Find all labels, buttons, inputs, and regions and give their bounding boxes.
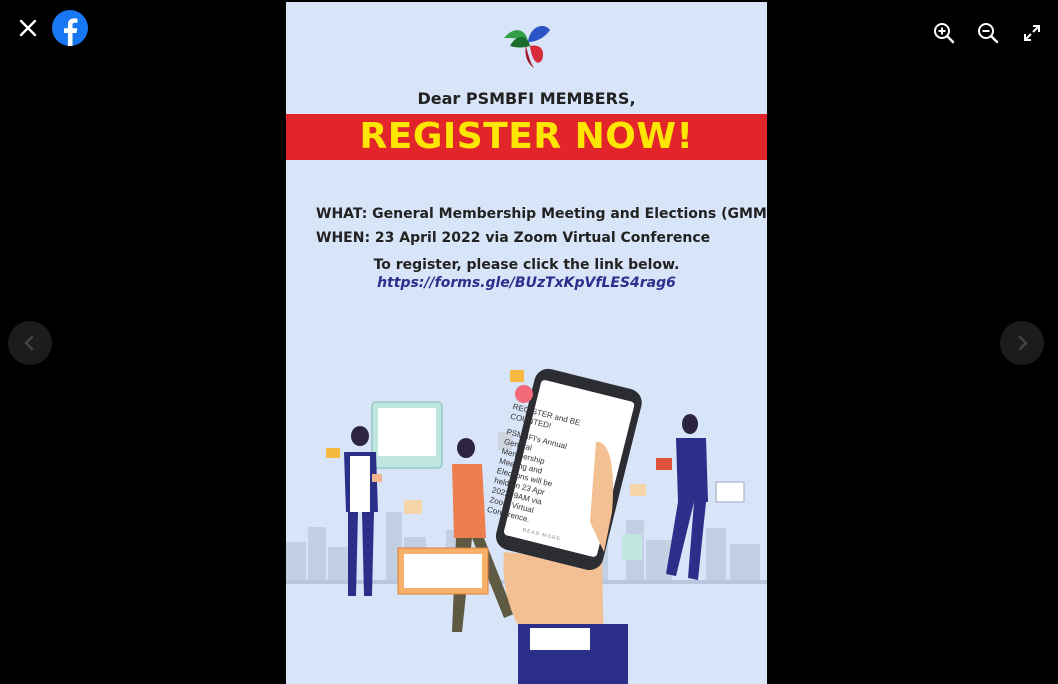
close-icon[interactable] bbox=[16, 16, 40, 40]
facebook-logo[interactable] bbox=[52, 10, 88, 46]
when-line: WHEN: 23 April 2022 via Zoom Virtual Con… bbox=[316, 230, 711, 246]
chevron-right-icon bbox=[1018, 335, 1028, 351]
poster-image: Dear PSMBFI MEMBERS, REGISTER NOW! WHAT:… bbox=[286, 2, 767, 684]
next-photo-button[interactable] bbox=[1000, 321, 1044, 365]
zoom-in-icon[interactable] bbox=[932, 21, 956, 45]
zoom-out-icon[interactable] bbox=[976, 21, 1000, 45]
greeting-text: Dear PSMBFI MEMBERS, bbox=[417, 89, 636, 108]
photo-viewer: Dear PSMBFI MEMBERS, REGISTER NOW! WHAT:… bbox=[0, 0, 1058, 684]
psmbfi-logo bbox=[504, 26, 550, 68]
what-line: WHAT: General Membership Meeting and Ele… bbox=[316, 206, 767, 222]
fullscreen-icon[interactable] bbox=[1020, 21, 1044, 45]
previous-photo-button[interactable] bbox=[8, 321, 52, 365]
register-link: https://forms.gle/BUzTxKpVfLES4rag6 bbox=[377, 275, 676, 291]
headline-text: REGISTER NOW! bbox=[359, 116, 694, 157]
chevron-left-icon bbox=[24, 335, 34, 351]
register-instruction: To register, please click the link below… bbox=[373, 257, 680, 273]
headline-banner: REGISTER NOW! bbox=[286, 114, 767, 160]
